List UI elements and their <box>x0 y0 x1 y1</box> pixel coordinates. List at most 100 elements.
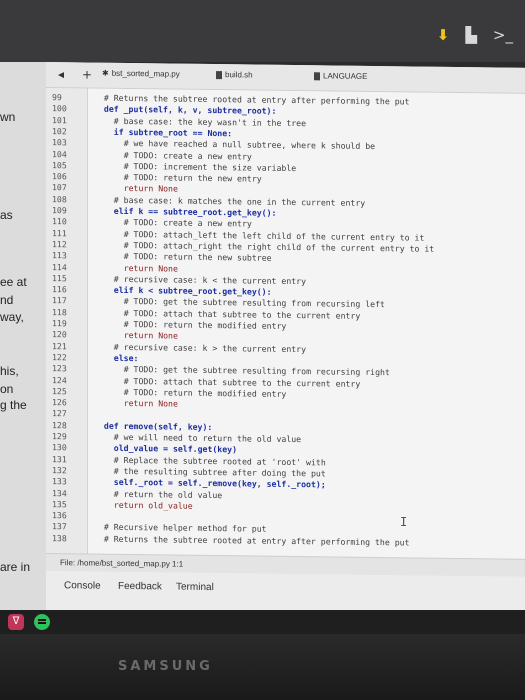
code-line[interactable]: else: <box>114 353 139 363</box>
tab-label: LANGUAGE <box>323 71 368 81</box>
code-line[interactable]: # Recursive helper method for put <box>104 522 267 534</box>
line-number: 103 <box>52 137 67 148</box>
line-number: 102 <box>52 125 67 137</box>
line-number: 128 <box>52 419 67 430</box>
code-line[interactable]: # TODO: return the new subtree <box>124 251 272 263</box>
line-number: 125 <box>52 385 67 397</box>
side-document-text: g the <box>0 398 27 412</box>
side-document-text: wn <box>0 110 16 124</box>
tab-bst-sorted-map[interactable]: ✱ bst_sorted_map.py <box>102 69 180 79</box>
terminal-prompt-icon[interactable]: >_ <box>493 26 513 44</box>
music-app-icon[interactable]: ᐁ <box>8 614 24 630</box>
code-line[interactable]: # TODO: return the modified entry <box>124 319 287 331</box>
line-number: 133 <box>52 476 67 487</box>
line-number: 110 <box>52 216 67 227</box>
line-number: 129 <box>52 431 67 442</box>
line-number: 137 <box>52 521 67 532</box>
code-line[interactable]: # TODO: create a new entry <box>124 217 252 229</box>
tab-label: build.sh <box>225 70 253 80</box>
line-number: 116 <box>52 284 67 295</box>
line-number: 123 <box>52 363 67 374</box>
line-number: 117 <box>52 295 67 306</box>
code-line[interactable]: return None <box>124 262 178 273</box>
line-number: 127 <box>52 408 67 419</box>
monitor-icon[interactable]: ▙ <box>465 26 477 44</box>
line-number: 107 <box>52 182 67 193</box>
side-document-text: nd <box>0 293 14 307</box>
line-number: 131 <box>52 453 67 464</box>
line-number: 105 <box>52 159 67 171</box>
tab-console[interactable]: Console <box>64 580 101 591</box>
file-status: File: /home/bst_sorted_map.py 1:1 <box>60 558 184 569</box>
code-line[interactable]: return old_value <box>114 500 193 511</box>
side-document-text: ee at <box>0 275 27 289</box>
tab-language[interactable]: LANGUAGE <box>314 71 367 81</box>
code-line[interactable]: return None <box>124 398 178 409</box>
line-number: 111 <box>52 227 67 238</box>
code-line[interactable]: # Returns the subtree rooted at entry af… <box>104 533 410 547</box>
line-number: 126 <box>52 397 67 408</box>
code-line[interactable]: # TODO: increment the size variable <box>124 161 297 173</box>
line-number-gutter: 99 100 101 102 103 104 105 106 107 108 109 110 111 11… <box>46 88 88 554</box>
add-tab-icon[interactable]: + <box>82 67 92 81</box>
text-cursor-icon: I <box>400 515 408 529</box>
code-line[interactable]: if subtree_root == None: <box>114 127 232 138</box>
line-number: 100 <box>52 103 67 114</box>
line-number: 115 <box>52 272 67 284</box>
line-number: 104 <box>52 148 67 159</box>
code-area[interactable]: # Returns the subtree rooted at entry af… <box>88 88 525 559</box>
code-line[interactable]: # return the old value <box>114 488 222 499</box>
line-number: 114 <box>52 261 67 272</box>
line-number: 101 <box>52 114 67 125</box>
code-line[interactable]: elif k < subtree_root.get_key(): <box>114 285 272 297</box>
line-number: 135 <box>52 498 67 510</box>
tab-feedback[interactable]: Feedback <box>118 581 162 593</box>
code-line[interactable]: # recursive case: k < the current entry <box>114 274 306 286</box>
code-line[interactable]: # TODO: return the new entry <box>124 172 262 184</box>
line-number: 124 <box>52 374 67 385</box>
line-number: 134 <box>52 487 67 498</box>
line-number: 106 <box>52 171 67 182</box>
code-line[interactable]: return None <box>124 183 178 194</box>
code-line[interactable]: # we will need to return the old value <box>114 432 301 444</box>
line-number: 121 <box>52 340 67 351</box>
top-toolbar: ⬇ ▙ >_ <box>0 0 525 62</box>
side-document-text: on <box>0 382 14 396</box>
code-line[interactable]: return None <box>124 330 178 341</box>
line-number: 130 <box>52 442 67 453</box>
code-line[interactable]: # TODO: create a new entry <box>124 149 252 161</box>
code-line[interactable]: # recursive case: k > the current entry <box>114 341 306 353</box>
tab-build-sh[interactable]: build.sh <box>216 70 253 80</box>
code-line[interactable]: def _put(self, k, v, subtree_root): <box>104 104 277 116</box>
tab-terminal[interactable]: Terminal <box>176 582 214 593</box>
code-line[interactable]: self._root = self._remove(key, self._roo… <box>114 477 326 490</box>
monitor-brand-logo: SAMSUNG <box>118 659 213 674</box>
code-line[interactable]: # TODO: return the modified entry <box>124 387 287 399</box>
modified-icon: ✱ <box>102 68 109 78</box>
line-number: 138 <box>52 532 67 543</box>
line-number: 118 <box>52 306 67 317</box>
play-icon[interactable]: ◂ <box>58 67 64 81</box>
file-icon <box>216 70 222 79</box>
monitor-bezel <box>0 634 525 700</box>
download-icon[interactable]: ⬇ <box>437 26 450 44</box>
line-number: 109 <box>52 205 67 216</box>
line-number: 136 <box>52 510 67 521</box>
line-number: 119 <box>52 318 67 329</box>
line-number: 132 <box>52 464 67 476</box>
code-line[interactable]: elif k == subtree_root.get_key(): <box>114 206 277 218</box>
line-number: 113 <box>52 250 67 261</box>
side-document-text: are in <box>0 560 31 574</box>
spotify-icon[interactable] <box>34 614 50 630</box>
code-line[interactable]: def remove(self, key): <box>104 420 212 431</box>
code-line[interactable]: old_value = self.get(key) <box>114 443 237 455</box>
line-number: 99 <box>52 92 62 103</box>
code-line[interactable]: # base case: the key wasn't in the tree <box>114 115 306 127</box>
editor-window: ◂ + ✱ bst_sorted_map.py build.sh LANGUAG… <box>46 62 525 616</box>
line-number: 112 <box>52 238 67 250</box>
line-number: 108 <box>52 193 67 204</box>
tab-label: bst_sorted_map.py <box>111 68 180 79</box>
side-document-text: his, <box>0 364 19 378</box>
line-number: 120 <box>52 329 67 340</box>
side-document: wn as ee at nd way, his, on g the are in <box>0 62 46 622</box>
